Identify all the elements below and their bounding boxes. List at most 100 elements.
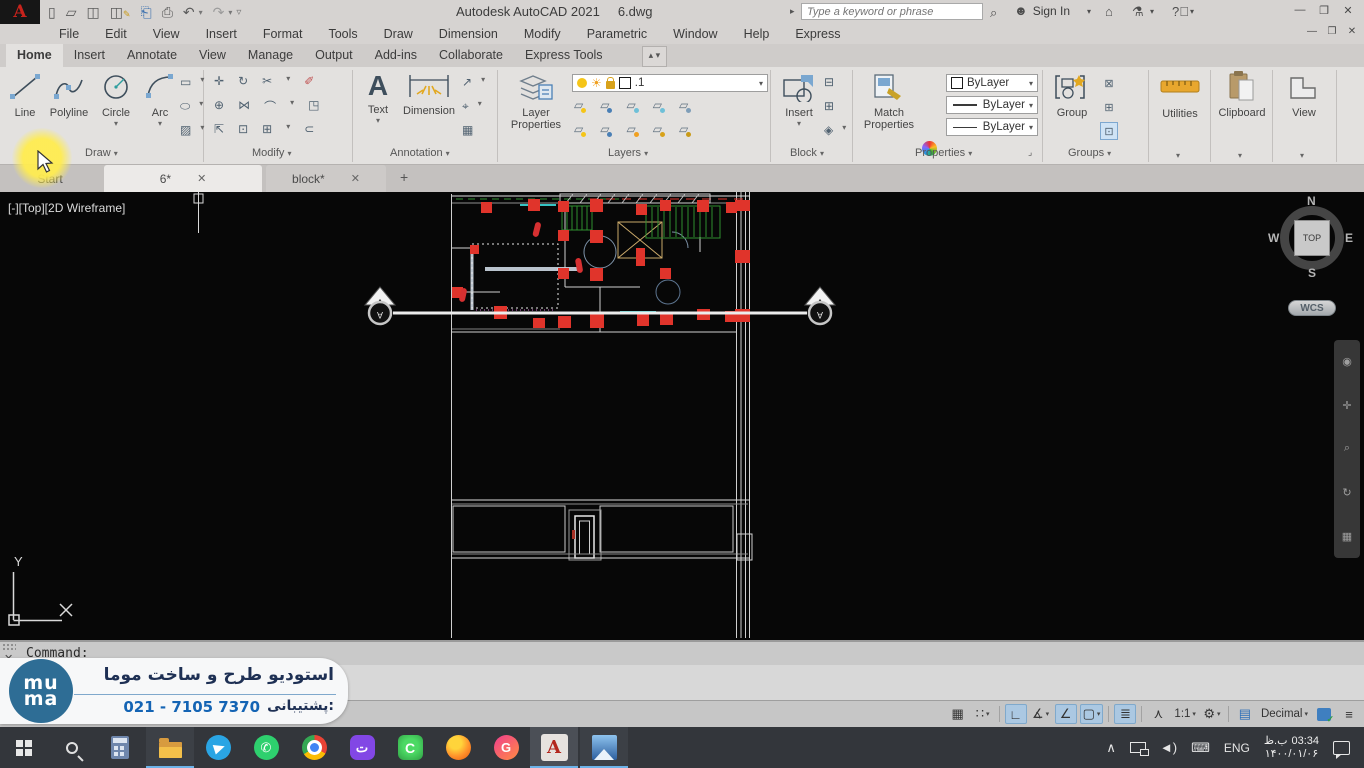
line-button[interactable]: Line: [6, 72, 44, 119]
layer-dropdown-icon[interactable]: ▾: [759, 79, 763, 88]
layer-make-current-icon[interactable]: ▱: [679, 98, 688, 112]
tray-chevron-icon[interactable]: ∧: [1106, 740, 1116, 756]
dimension-button[interactable]: Dimension: [398, 72, 460, 117]
circle-button[interactable]: Circle ▾: [94, 72, 138, 128]
trim-dropdown-icon[interactable]: ▾: [286, 74, 290, 88]
file-tab-6[interactable]: 6* ✕: [104, 165, 262, 192]
text-button[interactable]: A Text ▾: [360, 70, 396, 125]
sign-in-area[interactable]: ☻ Sign In: [1014, 3, 1070, 18]
erase-icon[interactable]: ✐: [304, 74, 314, 88]
workspace-switching-control[interactable]: [1313, 704, 1335, 724]
menu-edit[interactable]: Edit: [92, 27, 140, 41]
array-icon[interactable]: ⊞: [262, 122, 272, 136]
taskbar-file-explorer[interactable]: [146, 727, 194, 768]
doc-close-button[interactable]: ✕: [1342, 26, 1362, 37]
sign-in-label[interactable]: Sign In: [1033, 4, 1070, 18]
offset-icon[interactable]: ⊂: [304, 122, 314, 136]
layer-properties-button[interactable]: Layer Properties: [505, 72, 567, 131]
linetype-dropdown[interactable]: ByLayer ▾: [946, 118, 1038, 136]
taskbar-eitaa[interactable]: ت: [338, 727, 386, 768]
annotation-panel-label[interactable]: Annotation ▾: [390, 147, 450, 159]
polar-tracking-toggle[interactable]: ∡▾: [1030, 704, 1052, 724]
linetype-dropdown-icon[interactable]: ▾: [1029, 123, 1033, 132]
layers-panel-label[interactable]: Layers ▾: [608, 147, 648, 159]
ribbon-tab-collaborate[interactable]: Collaborate: [428, 44, 514, 67]
sheet-transfer-icon[interactable]: ⎗: [141, 4, 152, 21]
plot-icon[interactable]: ⎙: [162, 4, 173, 21]
taskbar-chrome[interactable]: [290, 727, 338, 768]
insert-block-button[interactable]: Insert ▾: [778, 72, 820, 128]
ribbon-tab-insert[interactable]: Insert: [63, 44, 116, 67]
customize-qat-icon[interactable]: ▿: [236, 7, 241, 18]
ribbon-tab-express-tools[interactable]: Express Tools: [514, 44, 614, 67]
array-dropdown-icon[interactable]: ▾: [286, 122, 290, 136]
undo-icon[interactable]: ↶: [183, 4, 195, 21]
menu-draw[interactable]: Draw: [371, 27, 426, 41]
modify-panel-label[interactable]: Modify ▾: [252, 147, 291, 159]
sign-in-dropdown-icon[interactable]: ▾: [1087, 7, 1091, 16]
osnap-tracking-toggle[interactable]: ∠: [1055, 704, 1077, 724]
polar-dropdown-icon[interactable]: ▾: [1046, 710, 1050, 718]
viewcube-north[interactable]: N: [1307, 194, 1316, 208]
layer-on-icon[interactable]: [577, 78, 587, 88]
dimension-style-tool[interactable]: ⌖▾: [462, 99, 482, 114]
block-panel-label[interactable]: Block ▾: [790, 147, 824, 159]
circle-dropdown-icon[interactable]: ▾: [94, 119, 138, 128]
match-properties-button[interactable]: Match Properties: [860, 72, 918, 131]
scale-icon[interactable]: ⊡: [238, 122, 248, 136]
taskbar-photos[interactable]: [580, 727, 628, 768]
layer-off-icon[interactable]: ▱: [574, 98, 583, 112]
fillet-dropdown-icon[interactable]: ▾: [290, 98, 294, 115]
gear-dropdown-icon[interactable]: ▾: [1217, 710, 1221, 718]
customization-menu-button[interactable]: ≡: [1338, 704, 1360, 724]
osnap-dropdown-icon[interactable]: ▾: [1097, 710, 1101, 718]
viewcube-east[interactable]: E: [1345, 231, 1353, 245]
menu-format[interactable]: Format: [250, 27, 316, 41]
ribbon-tab-view[interactable]: View: [188, 44, 237, 67]
wcs-dropdown[interactable]: WCS: [1288, 300, 1336, 316]
undo-dropdown-icon[interactable]: ▾: [199, 8, 203, 17]
menu-view[interactable]: View: [140, 27, 193, 41]
layer-unlock-all-icon[interactable]: ▱: [653, 122, 662, 136]
block-attributes-tool[interactable]: ⊞: [824, 99, 834, 113]
menu-window[interactable]: Window: [660, 27, 730, 41]
layer-unlock-icon[interactable]: [606, 81, 615, 89]
rectangle-dropdown-icon[interactable]: ▾: [200, 75, 204, 89]
menu-file[interactable]: File: [46, 27, 92, 41]
layer-select-dropdown[interactable]: ☀ .1 ▾: [572, 74, 768, 92]
doc-restore-button[interactable]: ❐: [1322, 26, 1342, 37]
language-indicator[interactable]: ENG: [1224, 741, 1250, 755]
hatch-tool[interactable]: ▨▾: [180, 123, 204, 137]
grid-display-toggle[interactable]: ▦: [947, 704, 969, 724]
taskbar-calculator[interactable]: [96, 727, 144, 768]
viewcube-top-face[interactable]: TOP: [1294, 220, 1330, 256]
ungroup-tool[interactable]: ⊠: [1100, 74, 1118, 92]
block-edit-tool[interactable]: ⊟: [824, 75, 834, 89]
autocad-app-icon[interactable]: A: [0, 0, 40, 24]
restore-button[interactable]: ❐: [1312, 4, 1336, 17]
help-icon[interactable]: ?⃝: [1172, 4, 1189, 19]
redo-dropdown-icon[interactable]: ▾: [228, 8, 232, 17]
arc-dropdown-icon[interactable]: ▾: [142, 119, 178, 128]
hatch-dropdown-icon[interactable]: ▾: [200, 123, 204, 137]
menu-tools[interactable]: Tools: [315, 27, 370, 41]
units-dropdown-icon[interactable]: ▾: [1304, 710, 1308, 718]
taskbar-whatsapp[interactable]: ✆: [242, 727, 290, 768]
taskbar-clock[interactable]: ب.ظ 03:34 ۱۴۰۰/۰۱/۰۶: [1264, 735, 1319, 761]
scale-dropdown-icon[interactable]: ▾: [1192, 710, 1196, 718]
lineweight-dropdown[interactable]: ByLayer ▾: [946, 96, 1038, 114]
ortho-mode-toggle[interactable]: ∟: [1005, 704, 1027, 724]
trim-icon[interactable]: ✂: [262, 74, 272, 88]
arc-button[interactable]: Arc ▾: [142, 72, 178, 128]
properties-dialog-launcher-icon[interactable]: ⌟: [1028, 147, 1032, 158]
annotation-scale-control[interactable]: 1:1▾: [1172, 704, 1198, 724]
touch-keyboard-icon[interactable]: ⌨: [1191, 740, 1210, 756]
leader-dropdown-icon[interactable]: ▾: [481, 75, 485, 89]
share-dropdown-icon[interactable]: ▾: [1150, 7, 1154, 16]
share-icon[interactable]: ⚗: [1132, 4, 1144, 20]
object-color-dropdown[interactable]: ByLayer ▾: [946, 74, 1038, 92]
layer-unisolate-icon[interactable]: ▱: [600, 122, 609, 136]
taskbar-firefox[interactable]: [434, 727, 482, 768]
draw-panel-label[interactable]: Draw ▾: [85, 147, 118, 159]
annotation-monitor-toggle[interactable]: ▤: [1234, 704, 1256, 724]
